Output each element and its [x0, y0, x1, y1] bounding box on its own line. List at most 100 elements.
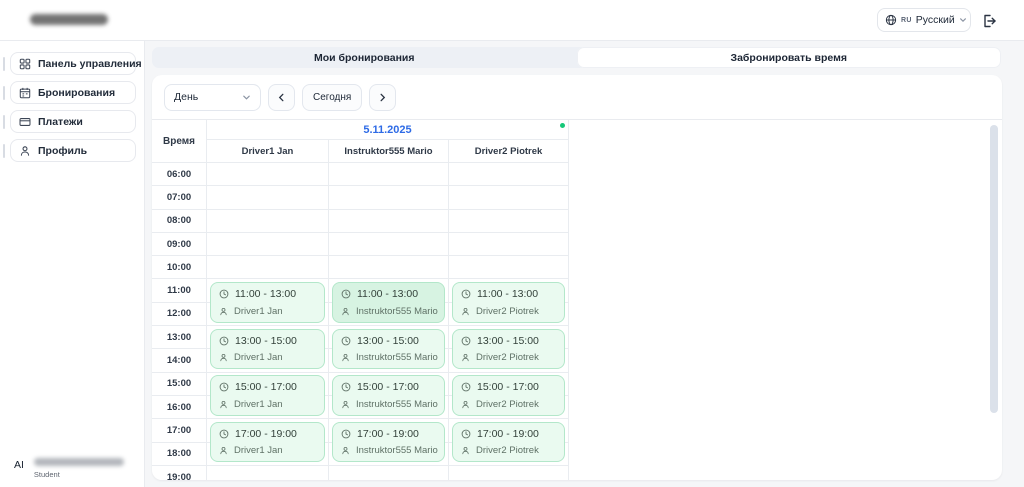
scrollbar-thumb[interactable] [990, 125, 998, 413]
logout-button[interactable] [981, 12, 999, 30]
clock-icon [461, 382, 471, 392]
booking-person-name: Instruktor555 Mario [356, 399, 438, 410]
chevron-down-icon [959, 16, 967, 24]
clock-icon [219, 382, 229, 392]
user-role: Student [34, 470, 124, 479]
person-icon [341, 307, 350, 316]
booking-card[interactable]: 11:00 - 13:00Instruktor555 Mario [332, 282, 445, 323]
booking-person-name: Driver2 Piotrek [476, 352, 539, 363]
prev-day-button[interactable] [268, 84, 295, 111]
language-label: Русский [916, 14, 955, 26]
booking-person-row: Driver2 Piotrek [461, 399, 556, 410]
user-name-redacted [34, 458, 124, 466]
grid-cell[interactable] [207, 186, 329, 209]
person-icon [219, 400, 228, 409]
top-header: RU Русский [0, 0, 1024, 41]
hour-label: 09:00 [152, 233, 207, 256]
booking-person-name: Driver2 Piotrek [476, 399, 539, 410]
grid-cell[interactable] [207, 256, 329, 279]
booking-time: 11:00 - 13:00 [235, 288, 296, 300]
booking-card[interactable]: 11:00 - 13:00Driver1 Jan [210, 282, 325, 323]
booking-time: 15:00 - 17:00 [235, 381, 297, 393]
chevron-down-icon [242, 93, 251, 102]
hour-label: 06:00 [152, 163, 207, 186]
next-day-button[interactable] [369, 84, 396, 111]
booking-time-row: 17:00 - 19:00 [219, 428, 316, 440]
booking-card[interactable]: 13:00 - 15:00Instruktor555 Mario [332, 329, 445, 370]
person-icon [461, 307, 470, 316]
booking-card[interactable]: 17:00 - 19:00 Driver2 Piotrek [452, 422, 565, 463]
grid-cell[interactable] [329, 233, 449, 256]
person-icon [461, 353, 470, 362]
time-column-header: Время [152, 120, 207, 163]
grid-cell[interactable] [329, 210, 449, 233]
sidebar-item-4[interactable]: Профиль [10, 139, 136, 162]
booking-card[interactable]: 15:00 - 17:00Driver1 Jan [210, 375, 325, 416]
grid-cell[interactable] [207, 233, 329, 256]
clock-icon [341, 336, 351, 346]
grid-cell[interactable] [449, 210, 569, 233]
hour-label: 15:00 [152, 373, 207, 396]
language-code: RU [901, 17, 912, 24]
grid-cell[interactable] [449, 233, 569, 256]
booking-time-row: 11:00 - 13:00 [219, 288, 316, 300]
hour-label: 18:00 [152, 443, 207, 466]
clock-icon [461, 429, 471, 439]
tab-my-bookings[interactable]: Мои бронирования [152, 47, 577, 68]
booking-card[interactable]: 13:00 - 15:00 Driver1 Jan [210, 329, 325, 370]
grid-cell[interactable] [449, 256, 569, 279]
grid-cell[interactable] [207, 210, 329, 233]
today-button[interactable]: Сегодня [302, 84, 362, 111]
booking-time: 17:00 - 19:00 [477, 428, 539, 440]
app-logo [30, 14, 108, 25]
grid-cell[interactable] [207, 163, 329, 186]
booking-time: 11:00 - 13:00 [357, 288, 418, 300]
grid-cell[interactable] [207, 466, 329, 480]
booking-time: 13:00 - 15:00 [357, 335, 419, 347]
grid-cell[interactable] [449, 466, 569, 480]
booking-person-row: Driver2 Piotrek [461, 306, 556, 317]
booking-time: 11:00 - 13:00 [477, 288, 538, 300]
tab-book-time[interactable]: Забронировать время [577, 47, 1002, 68]
status-dot [560, 123, 565, 128]
booking-person-row: Instruktor555 Mario [341, 399, 436, 410]
booking-time-row: 13:00 - 15:00 [219, 335, 316, 347]
grid-cell[interactable] [329, 466, 449, 480]
column-header-1: Driver1 Jan [207, 140, 329, 163]
booking-card[interactable]: 17:00 - 19:00 Instruktor555 Mario [332, 422, 445, 463]
column-header-3: Driver2 Piotrek [449, 140, 569, 163]
view-mode-value: День [174, 91, 198, 103]
booking-time: 13:00 - 15:00 [235, 335, 297, 347]
sidebar-item-label: Бронирования [38, 87, 115, 99]
clock-icon [341, 429, 351, 439]
booking-time: 17:00 - 19:00 [357, 428, 419, 440]
person-icon [341, 353, 350, 362]
booking-card[interactable]: 15:00 - 17:00Driver2 Piotrek [452, 375, 565, 416]
grid-cell[interactable] [329, 186, 449, 209]
date-header[interactable]: 5.11.2025 [207, 120, 569, 140]
language-selector[interactable]: RU Русский [877, 8, 971, 32]
hour-label: 07:00 [152, 186, 207, 209]
booking-person-row: Instruktor555 Mario [341, 445, 436, 456]
booking-card[interactable]: 15:00 - 17:00 Instruktor555 Mario [332, 375, 445, 416]
sidebar-item-3[interactable]: Платежи [10, 110, 136, 133]
sidebar-item-2[interactable]: Бронирования [10, 81, 136, 104]
booking-time: 15:00 - 17:00 [357, 381, 419, 393]
booking-person-row: Driver1 Jan [219, 352, 316, 363]
grid-cell[interactable] [329, 256, 449, 279]
booking-person-row: Driver2 Piotrek [461, 445, 556, 456]
view-tabs: Мои бронирования Забронировать время [152, 47, 1001, 68]
booking-card[interactable]: 11:00 - 13:00 Driver2 Piotrek [452, 282, 565, 323]
user-icon [19, 145, 31, 157]
booking-card[interactable]: 13:00 - 15:00Driver2 Piotrek [452, 329, 565, 370]
sidebar-item-1[interactable]: Панель управления [10, 52, 136, 75]
grid-cell[interactable] [449, 163, 569, 186]
booking-person-row: Driver1 Jan [219, 445, 316, 456]
view-mode-select[interactable]: День [164, 84, 261, 111]
booking-card[interactable]: 17:00 - 19:00 Driver1 Jan [210, 422, 325, 463]
sidebar: Панель управления Бронирования Платежи Проф… [0, 41, 145, 487]
person-icon [461, 400, 470, 409]
day-grid-wrapper: Время 5.11.2025 Driver1 Jan Instruktor555… [152, 120, 569, 480]
grid-cell[interactable] [449, 186, 569, 209]
grid-cell[interactable] [329, 163, 449, 186]
